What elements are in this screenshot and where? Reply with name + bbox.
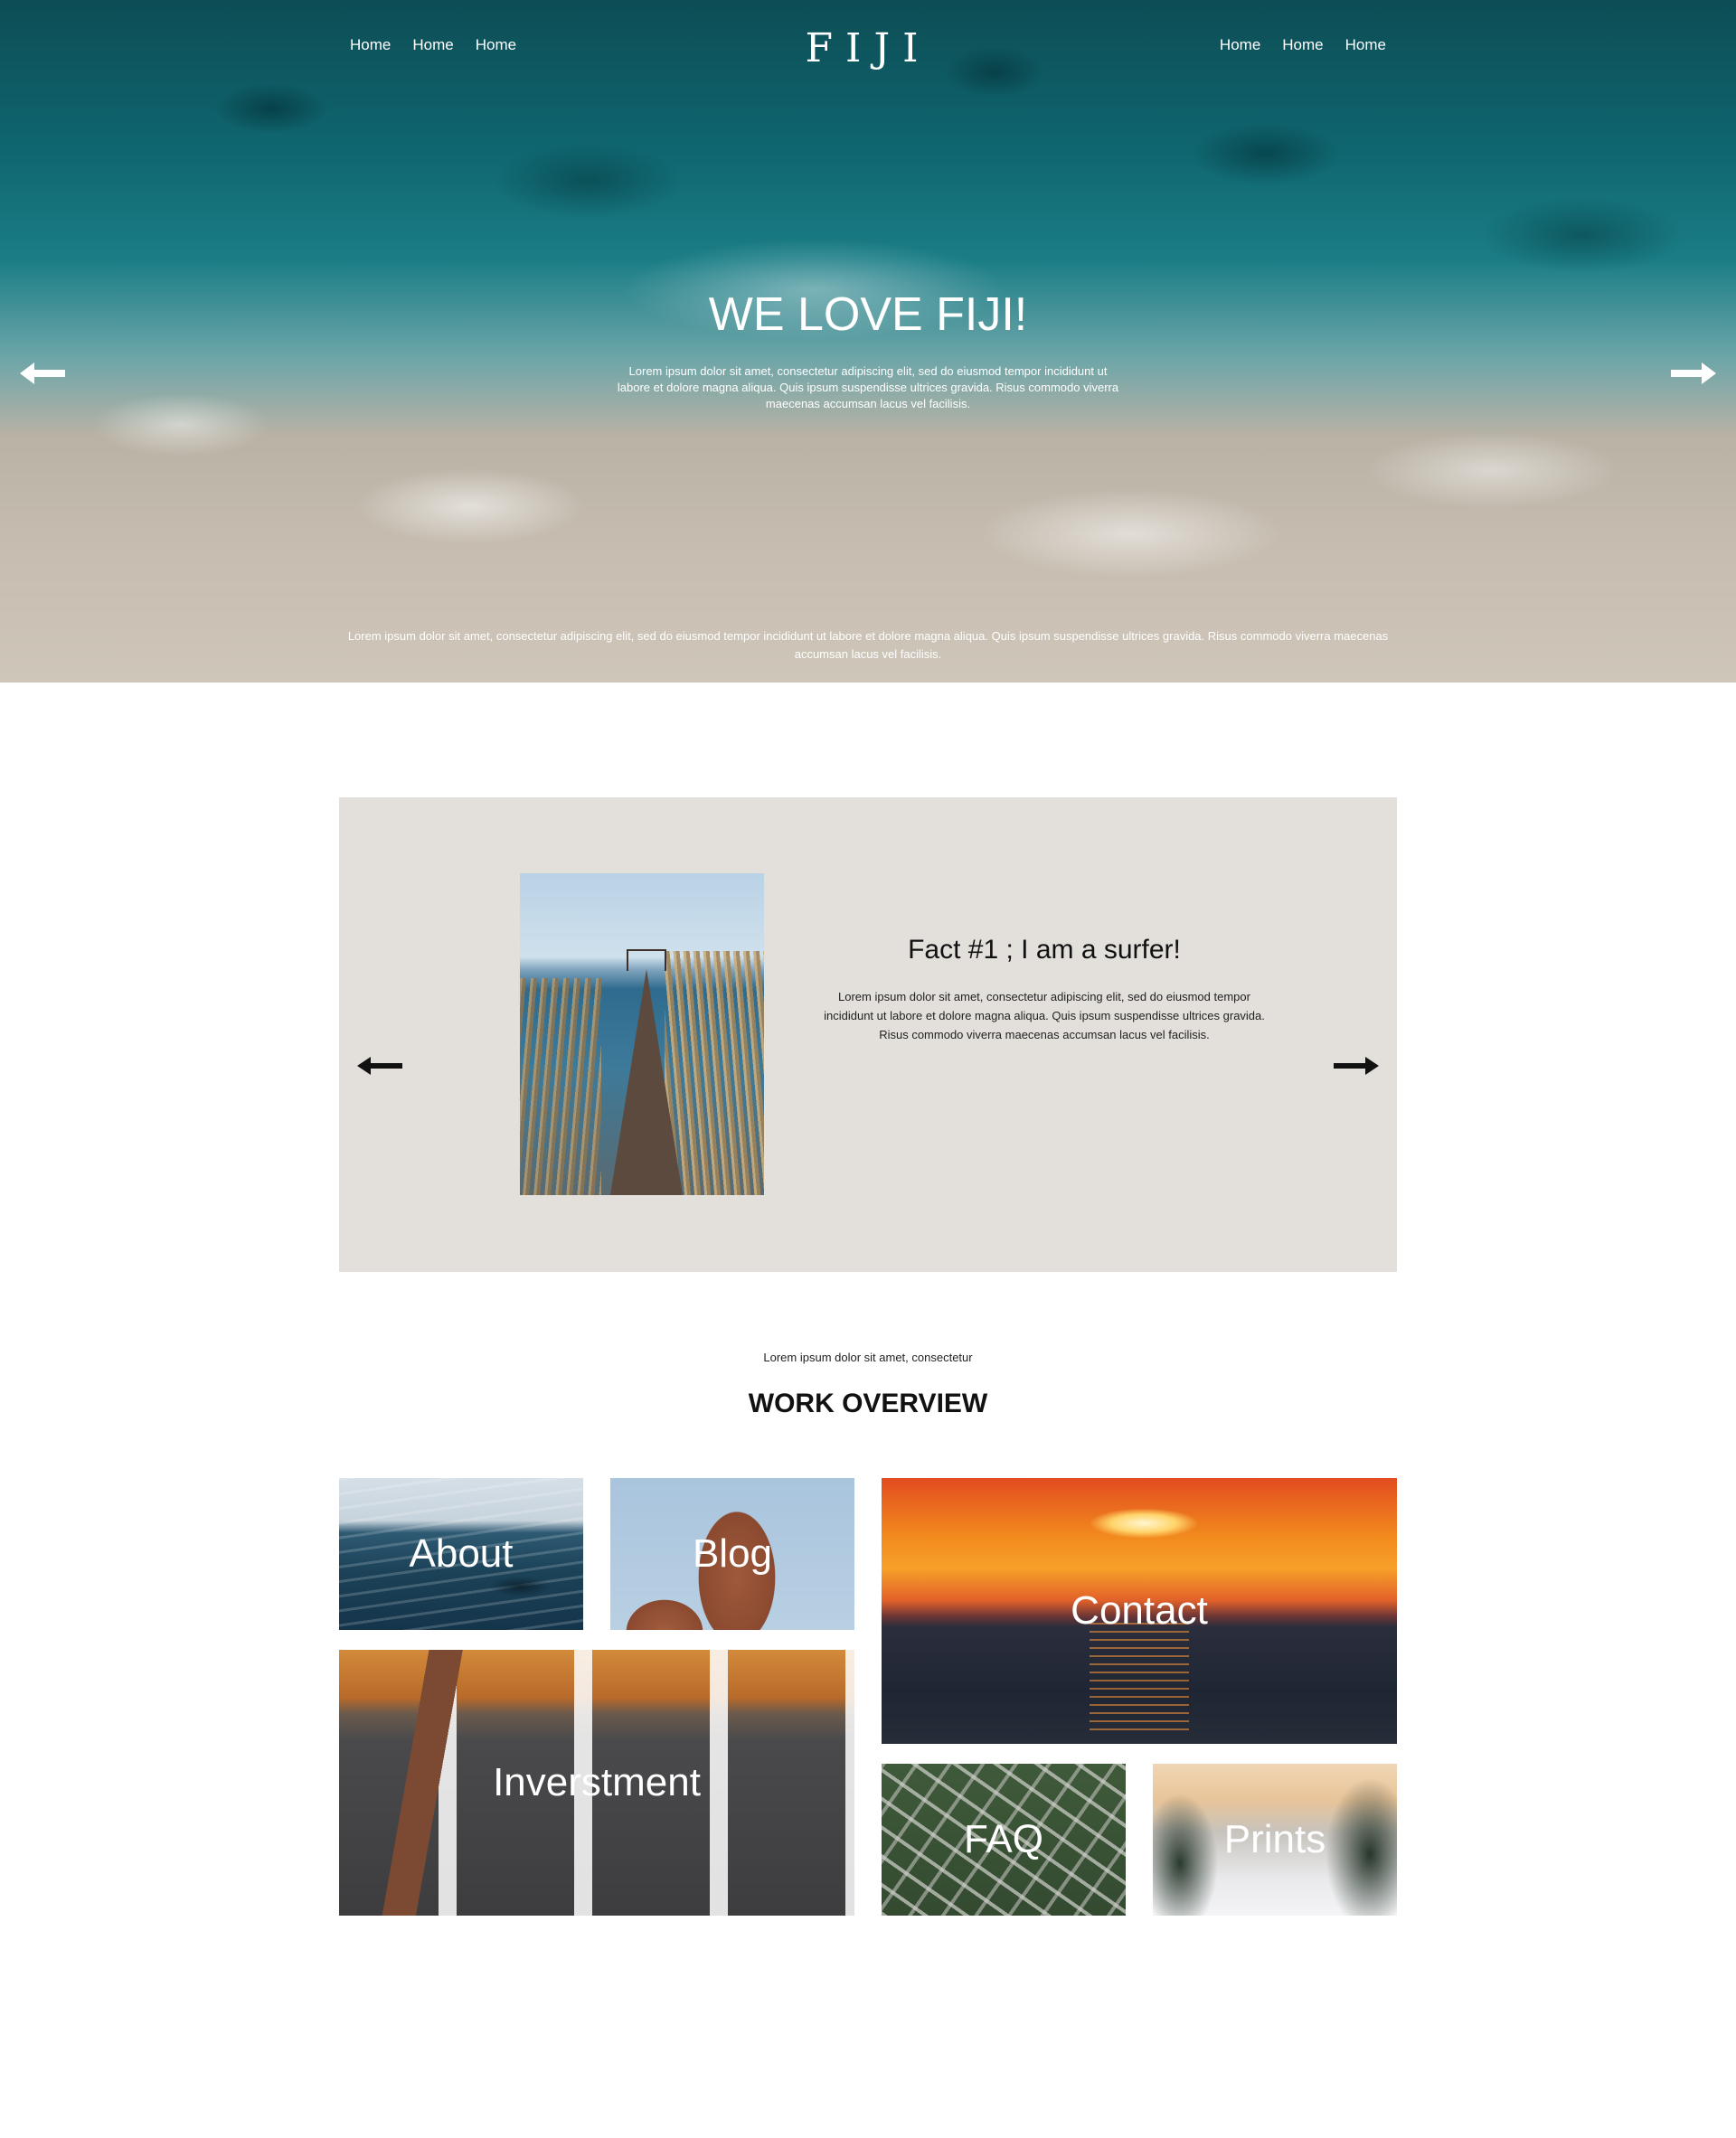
tile-about-label: About — [409, 1531, 514, 1576]
tile-blog[interactable]: Blog — [610, 1478, 854, 1630]
tile-prints-label: Prints — [1223, 1817, 1326, 1861]
pier-photo — [520, 873, 764, 1195]
nav-right: Home Home Home — [1220, 36, 1386, 54]
nav-link-home-6[interactable]: Home — [1345, 36, 1386, 54]
hero-subtitle: Lorem ipsum dolor sit amet, consectetur … — [617, 364, 1119, 410]
fact-title: Fact #1 ; I am a surfer! — [908, 935, 1181, 965]
tile-investment[interactable]: Inverstment — [339, 1650, 854, 1916]
overview-title: WORK OVERVIEW — [748, 1389, 988, 1418]
fact-prev-arrow-icon[interactable] — [357, 1053, 404, 1078]
tile-investment-label: Inverstment — [493, 1760, 701, 1804]
tile-faq-label: FAQ — [963, 1817, 1044, 1861]
hero-footer-text: Lorem ipsum dolor sit amet, consectetur … — [347, 629, 1389, 661]
tile-about[interactable]: About — [339, 1478, 583, 1630]
tile-contact-label: Contact — [1071, 1588, 1208, 1633]
site-logo[interactable]: FIJI — [0, 25, 1736, 71]
overview-kicker: Lorem ipsum dolor sit amet, consectetur — [763, 1351, 973, 1364]
tile-faq[interactable]: FAQ — [882, 1764, 1126, 1916]
fact-text: Lorem ipsum dolor sit amet, consectetur … — [824, 990, 1265, 1041]
nav-link-home-4[interactable]: Home — [1220, 36, 1260, 54]
nav-link-home-5[interactable]: Home — [1282, 36, 1323, 54]
fact-slider: Fact #1 ; I am a surfer! Lorem ipsum dol… — [339, 797, 1397, 1272]
hero-prev-arrow-icon[interactable] — [20, 360, 65, 387]
hero-banner: Home Home Home FIJI Home Home Home WE LO… — [0, 0, 1736, 683]
hero-title: WE LOVE FIJI! — [708, 288, 1028, 341]
hero-next-arrow-icon[interactable] — [1671, 360, 1716, 387]
tile-prints[interactable]: Prints — [1153, 1764, 1397, 1916]
fact-next-arrow-icon[interactable] — [1332, 1053, 1379, 1078]
tile-contact[interactable]: Contact — [882, 1478, 1397, 1744]
tile-blog-label: Blog — [692, 1531, 773, 1576]
